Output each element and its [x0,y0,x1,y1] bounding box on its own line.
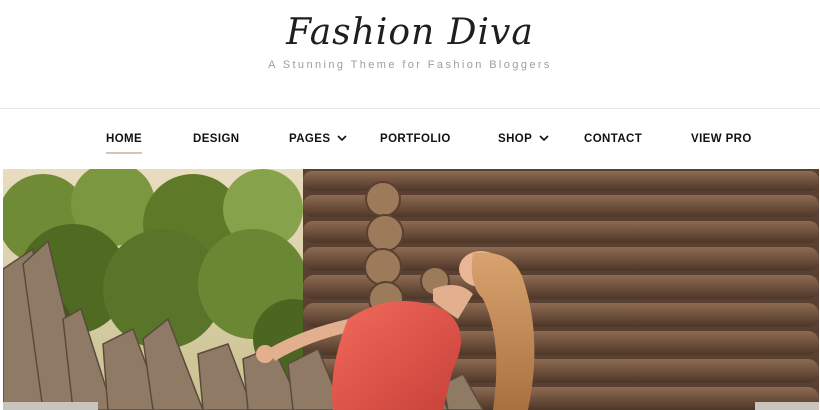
main-nav: HOME DESIGN PAGES PORTFOLIO SHOP CONTACT… [0,109,820,169]
nav-item-label: CONTACT [584,133,643,145]
hero-illustration [3,169,819,410]
site-tagline: A Stunning Theme for Fashion Bloggers [268,59,552,71]
hero-image [3,169,819,410]
nav-item-contact[interactable]: CONTACT [584,109,642,169]
nav-item-pages[interactable]: PAGES [289,109,347,169]
nav-item-label: DESIGN [193,133,240,145]
nav-item-label: PORTFOLIO [380,133,451,145]
site-header: Fashion Diva A Stunning Theme for Fashio… [0,0,820,108]
nav-item-label: HOME [106,133,143,145]
nav-item-shop[interactable]: SHOP [498,109,549,169]
nav-item-label: SHOP [498,133,533,145]
nav-item-view-pro[interactable]: VIEW PRO [691,109,752,169]
nav-item-label: VIEW PRO [691,133,752,145]
nav-item-design[interactable]: DESIGN [193,109,240,169]
chevron-down-icon[interactable] [337,133,347,145]
nav-item-label: PAGES [289,133,331,145]
nav-item-home[interactable]: HOME [106,109,143,169]
nav-item-portfolio[interactable]: PORTFOLIO [380,109,451,169]
site-title[interactable]: Fashion Diva [0,12,820,53]
chevron-down-icon[interactable] [539,133,549,145]
